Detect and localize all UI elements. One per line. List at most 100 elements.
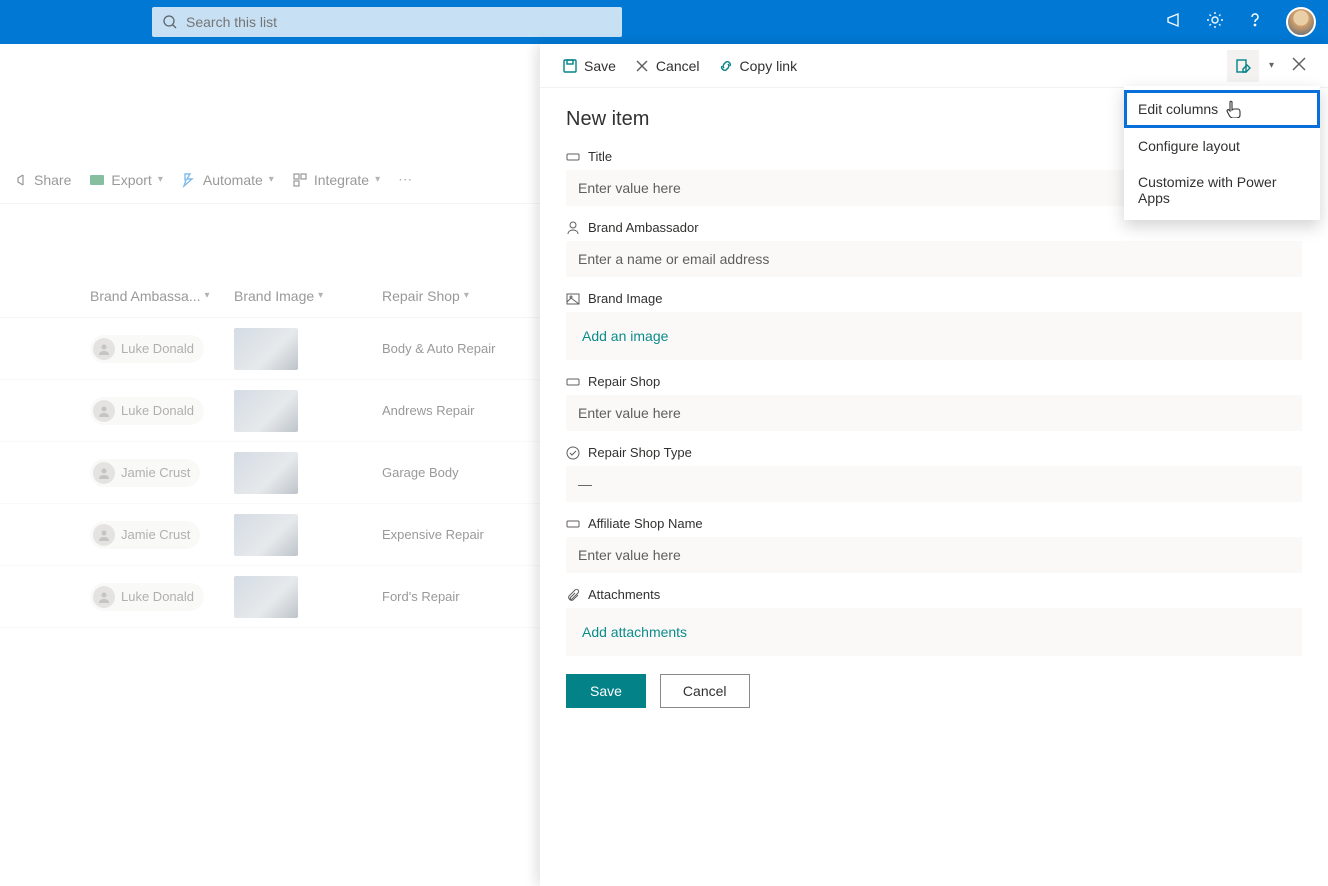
person-name: Luke Donald	[121, 403, 194, 418]
integrate-button[interactable]: Integrate ▾	[292, 172, 380, 188]
person-chip[interactable]: Luke Donald	[90, 397, 204, 425]
chevron-down-icon: ▾	[318, 290, 323, 301]
panel-close-button[interactable]	[1292, 57, 1306, 74]
automate-label: Automate	[203, 172, 263, 188]
field-affiliate: Affiliate Shop Name	[566, 516, 1302, 573]
column-header-ambassador[interactable]: Brand Ambassa... ▾	[90, 288, 234, 304]
person-avatar-icon	[93, 524, 115, 546]
person-chip[interactable]: Luke Donald	[90, 583, 204, 611]
export-button[interactable]: Export ▾	[89, 172, 163, 188]
brand-image-thumbnail[interactable]	[234, 328, 298, 370]
person-name: Jamie Crust	[121, 465, 190, 480]
save-button[interactable]: Save	[566, 674, 646, 708]
link-icon	[718, 58, 734, 74]
export-label: Export	[111, 172, 151, 188]
person-avatar-icon	[93, 586, 115, 608]
brand-image-thumbnail[interactable]	[234, 514, 298, 556]
brand-image-thumbnail[interactable]	[234, 576, 298, 618]
person-name: Luke Donald	[121, 589, 194, 604]
integrate-icon	[292, 172, 308, 188]
share-icon	[12, 172, 28, 188]
image-icon	[566, 292, 580, 306]
panel-cancel-button[interactable]: Cancel	[634, 58, 700, 74]
automate-button[interactable]: Automate ▾	[181, 172, 274, 188]
person-name: Luke Donald	[121, 341, 194, 356]
chevron-down-icon: ▾	[205, 290, 210, 301]
field-brand-image: Brand Image Add an image	[566, 291, 1302, 360]
panel-save-label: Save	[584, 58, 616, 74]
person-avatar-icon	[93, 338, 115, 360]
field-label-text: Affiliate Shop Name	[588, 516, 703, 531]
field-ambassador: Brand Ambassador	[566, 220, 1302, 277]
person-chip[interactable]: Jamie Crust	[90, 521, 200, 549]
text-field-icon	[566, 375, 580, 389]
panel-copylink-button[interactable]: Copy link	[718, 58, 798, 74]
user-avatar[interactable]	[1286, 7, 1316, 37]
cancel-button[interactable]: Cancel	[660, 674, 750, 708]
repair-shop-input[interactable]	[566, 395, 1302, 431]
cursor-pointer-icon	[1226, 100, 1242, 118]
chevron-down-icon: ▾	[375, 174, 380, 185]
person-icon	[566, 221, 580, 235]
column-label: Brand Image	[234, 288, 314, 304]
affiliate-input[interactable]	[566, 537, 1302, 573]
column-header-image[interactable]: Brand Image ▾	[234, 288, 382, 304]
overflow-button[interactable]: ⋯	[398, 171, 412, 188]
form-edit-icon	[1235, 58, 1251, 74]
search-icon	[162, 14, 178, 30]
field-attachments: Attachments Add attachments	[566, 587, 1302, 656]
excel-icon	[89, 172, 105, 188]
panel-toolbar: Save Cancel Copy link ▾	[540, 44, 1328, 88]
search-input[interactable]	[186, 14, 612, 30]
repair-shop-value: Garage Body	[382, 465, 459, 480]
panel-copylink-label: Copy link	[740, 58, 798, 74]
gear-icon[interactable]	[1206, 11, 1224, 34]
integrate-label: Integrate	[314, 172, 369, 188]
person-avatar-icon	[93, 400, 115, 422]
brand-image-thumbnail[interactable]	[234, 452, 298, 494]
menu-item-edit-columns[interactable]: Edit columns	[1124, 90, 1320, 128]
person-chip[interactable]: Jamie Crust	[90, 459, 200, 487]
help-icon[interactable]	[1246, 11, 1264, 34]
person-chip[interactable]: Luke Donald	[90, 335, 204, 363]
menu-item-label: Customize with Power Apps	[1138, 174, 1306, 206]
repair-type-select[interactable]: —	[566, 466, 1302, 502]
repair-shop-value: Ford's Repair	[382, 589, 460, 604]
panel-save-button[interactable]: Save	[562, 58, 616, 74]
field-label-text: Repair Shop	[588, 374, 660, 389]
share-label: Share	[34, 172, 71, 188]
repair-shop-value: Expensive Repair	[382, 527, 484, 542]
chevron-down-icon: ▾	[158, 174, 163, 185]
add-image-action[interactable]: Add an image	[578, 320, 672, 352]
menu-item-label: Configure layout	[1138, 138, 1240, 154]
person-name: Jamie Crust	[121, 527, 190, 542]
ambassador-input[interactable]	[566, 241, 1302, 277]
panel-cancel-label: Cancel	[656, 58, 700, 74]
automate-icon	[181, 172, 197, 188]
text-field-icon	[566, 150, 580, 164]
field-repair-type: Repair Shop Type —	[566, 445, 1302, 502]
repair-shop-value: Andrews Repair	[382, 403, 475, 418]
add-attachments-action[interactable]: Add attachments	[578, 616, 691, 648]
edit-form-button[interactable]	[1227, 50, 1259, 82]
field-repair-shop: Repair Shop	[566, 374, 1302, 431]
chevron-down-icon[interactable]: ▾	[1269, 60, 1274, 71]
brand-image-thumbnail[interactable]	[234, 390, 298, 432]
save-icon	[562, 58, 578, 74]
share-button[interactable]: Share	[12, 172, 71, 188]
form-customize-menu: Edit columns Configure layout Customize …	[1124, 86, 1320, 220]
menu-item-configure-layout[interactable]: Configure layout	[1124, 128, 1320, 164]
field-label-text: Repair Shop Type	[588, 445, 692, 460]
person-avatar-icon	[93, 462, 115, 484]
chevron-down-icon: ▾	[269, 174, 274, 185]
text-field-icon	[566, 517, 580, 531]
suite-header	[0, 0, 1328, 44]
megaphone-icon[interactable]	[1166, 11, 1184, 34]
column-label: Repair Shop	[382, 288, 460, 304]
choice-icon	[566, 446, 580, 460]
search-box[interactable]	[152, 7, 622, 37]
column-header-repair[interactable]: Repair Shop ▾	[382, 288, 562, 304]
menu-item-label: Edit columns	[1138, 101, 1218, 117]
close-icon	[634, 58, 650, 74]
menu-item-customize-powerapps[interactable]: Customize with Power Apps	[1124, 164, 1320, 216]
